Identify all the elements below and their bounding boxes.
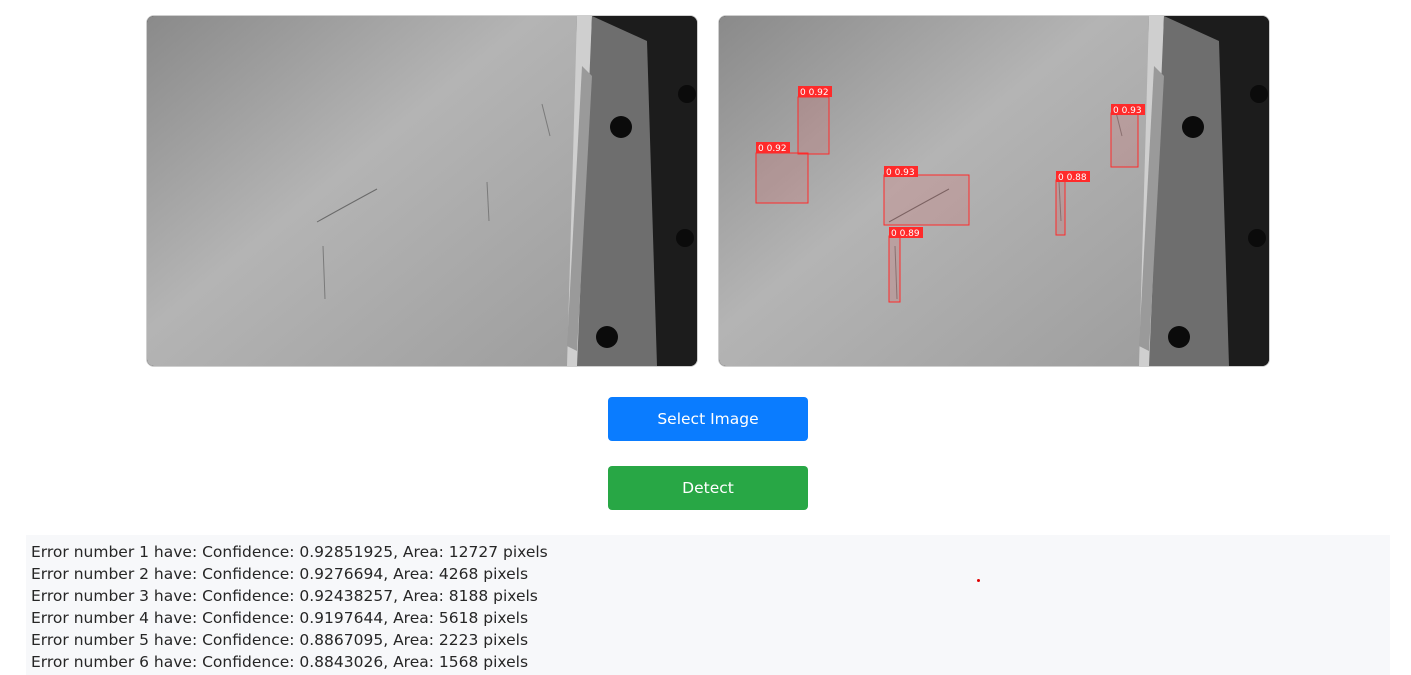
detection-results: Error number 1 have: Confidence: 0.92851… xyxy=(26,535,1390,675)
detect-button[interactable]: Detect xyxy=(608,466,808,510)
metal-plate-image xyxy=(147,16,697,366)
detection-box-1: 0 0.92 xyxy=(797,86,832,155)
metal-plate-detection-image: 0 0.92 0 0.92 0 0.93 0 0.89 0 0.88 0 0.9… xyxy=(719,16,1269,366)
result-line: Error number 3 have: Confidence: 0.92438… xyxy=(31,587,538,605)
detection-label-5: 0 0.88 xyxy=(1058,173,1087,183)
detection-label-2: 0 0.92 xyxy=(758,144,787,154)
detection-label-4: 0 0.89 xyxy=(891,229,920,239)
cursor-dot xyxy=(977,579,980,582)
result-line: Error number 2 have: Confidence: 0.92766… xyxy=(31,565,529,583)
detection-label-3: 0 0.93 xyxy=(886,168,915,178)
result-line: Error number 6 have: Confidence: 0.88430… xyxy=(31,653,529,671)
detection-label-1: 0 0.92 xyxy=(800,88,829,98)
result-line: Error number 1 have: Confidence: 0.92851… xyxy=(31,543,548,561)
detection-result-panel: 0 0.92 0 0.92 0 0.93 0 0.89 0 0.88 0 0.9… xyxy=(718,15,1270,367)
detection-box-3: 0 0.93 xyxy=(883,166,970,226)
detection-label-6: 0 0.93 xyxy=(1113,106,1142,116)
result-line: Error number 4 have: Confidence: 0.91976… xyxy=(31,609,529,627)
result-line: Error number 5 have: Confidence: 0.88670… xyxy=(31,631,529,649)
select-image-button[interactable]: Select Image xyxy=(608,397,808,441)
input-image-panel xyxy=(146,15,698,367)
